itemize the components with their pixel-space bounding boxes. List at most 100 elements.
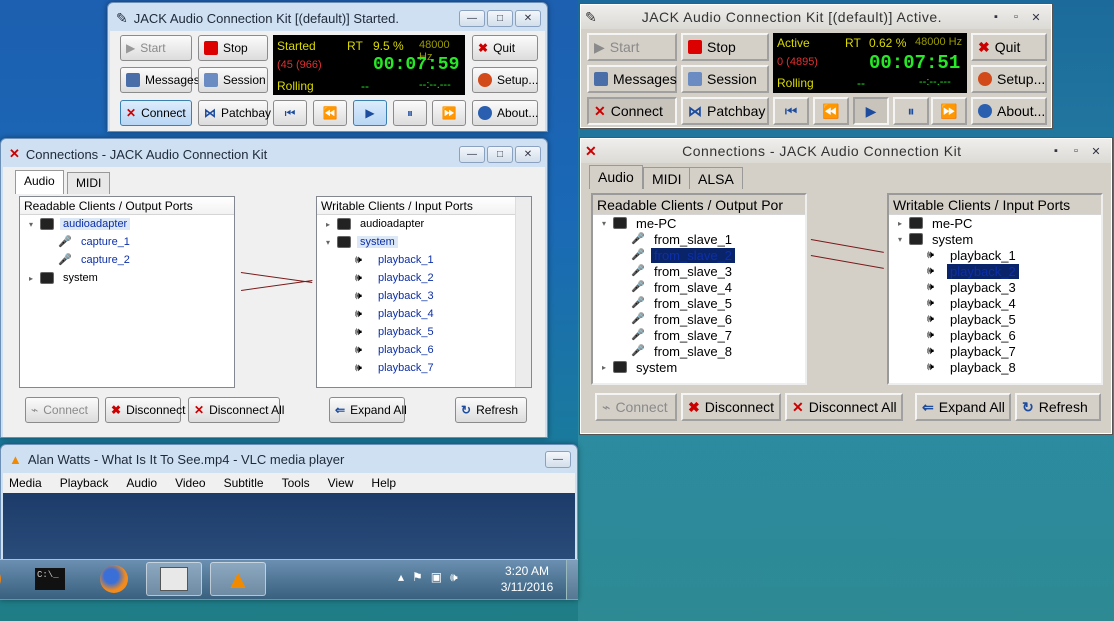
collapsed-arrow-icon[interactable]: ▸ — [895, 219, 905, 228]
start-orb[interactable] — [0, 562, 6, 596]
collapsed-arrow-icon[interactable]: ▸ — [323, 220, 333, 229]
minimize-icon[interactable]: ▪ — [1047, 143, 1065, 159]
messages-button[interactable]: Messages — [587, 65, 677, 93]
tree-client-row[interactable]: ▾ me-PC — [593, 215, 805, 231]
stop-button[interactable]: Stop — [198, 35, 268, 61]
tree-port-row[interactable]: 🕪 playback_1 — [317, 251, 531, 269]
tree-port-row[interactable]: 🕪 playback_4 — [889, 295, 1101, 311]
tree-port-row[interactable]: 🕪 playback_5 — [889, 311, 1101, 327]
disconnect-all-button[interactable]: ✕ Disconnect All — [785, 393, 903, 421]
expanded-arrow-icon[interactable]: ▾ — [26, 220, 36, 229]
video-area[interactable] — [3, 493, 575, 563]
expand-all-button[interactable]: ⇐ Expand All — [915, 393, 1011, 421]
menu-item-tools[interactable]: Tools — [282, 476, 310, 490]
setup-button[interactable]: Setup... — [971, 65, 1047, 93]
close-icon[interactable]: ✕ — [1027, 9, 1045, 25]
connect-button[interactable]: ⌁ Connect — [595, 393, 677, 421]
tree-port-row[interactable]: 🕪 playback_7 — [317, 359, 531, 377]
stop-button[interactable]: Stop — [681, 33, 769, 61]
clock[interactable]: 3:20 AM 3/11/2016 — [492, 563, 562, 595]
quit-button[interactable]: ✖ Quit — [472, 35, 538, 61]
tree-port-row[interactable]: 🎤 from_slave_7 — [593, 327, 805, 343]
patchbay-button[interactable]: ⋈ Patchbay — [198, 100, 271, 126]
readable-header[interactable]: Readable Clients / Output Ports — [20, 197, 234, 215]
menu-item-subtitle[interactable]: Subtitle — [224, 476, 264, 490]
expand-all-button[interactable]: ⇐ Expand All — [329, 397, 407, 423]
taskbar-vlc[interactable]: ▲ — [210, 562, 266, 596]
tab-audio[interactable]: Audio — [589, 165, 643, 189]
show-desktop-button[interactable] — [566, 560, 578, 600]
tree-port-row[interactable]: 🕪 playback_3 — [889, 279, 1101, 295]
rewind-start-button[interactable]: ⏮ — [273, 100, 307, 126]
close-icon[interactable]: ✕ — [515, 9, 541, 27]
rewind-button[interactable]: ⏪ — [813, 97, 849, 125]
readable-clients-panel[interactable]: Readable Clients / Output Ports ▾ audioad… — [19, 196, 235, 388]
rewind-button[interactable]: ⏪ — [313, 100, 347, 126]
refresh-button[interactable]: ↻ Refresh — [455, 397, 527, 423]
tree-port-row[interactable]: 🎤 from_slave_3 — [593, 263, 805, 279]
minimize-icon[interactable]: — — [545, 450, 571, 468]
rewind-start-button[interactable]: ⏮ — [773, 97, 809, 125]
tab-alsa[interactable]: ALSA — [689, 167, 743, 189]
tree-client-row[interactable]: ▸ system — [593, 359, 805, 375]
maximize-icon[interactable]: □ — [487, 9, 513, 27]
title-bar[interactable]: ▲ Alan Watts - What Is It To See.mp4 - V… — [1, 445, 577, 473]
tree-port-row[interactable]: 🕪 playback_8 — [889, 359, 1101, 375]
connect-button[interactable]: ✕ Connect — [587, 97, 677, 125]
connect-button[interactable]: ⌁ Connect — [25, 397, 99, 423]
tree-port-row[interactable]: 🎤 from_slave_8 — [593, 343, 805, 359]
menu-item-audio[interactable]: Audio — [126, 476, 157, 490]
network-icon[interactable]: ▣ — [431, 570, 442, 585]
about-button[interactable]: About... — [472, 100, 538, 126]
play-button[interactable]: ▶ — [353, 100, 387, 126]
expanded-arrow-icon[interactable]: ▾ — [599, 219, 609, 228]
title-bar[interactable]: ✕ Connections - JACK Audio Connection Ki… — [1, 139, 547, 169]
tree-port-row[interactable]: 🕪 playback_2 — [889, 263, 1101, 279]
pause-button[interactable]: ⏸ — [893, 97, 929, 125]
menu-item-video[interactable]: Video — [175, 476, 205, 490]
collapsed-arrow-icon[interactable]: ▸ — [26, 274, 36, 283]
tab-midi[interactable]: MIDI — [67, 172, 111, 194]
taskbar-console[interactable]: C:\_ — [22, 562, 78, 596]
tree-port-row[interactable]: 🕪 playback_6 — [889, 327, 1101, 343]
maximize-icon[interactable]: ▫ — [1007, 9, 1025, 25]
menu-item-help[interactable]: Help — [371, 476, 396, 490]
disconnect-button[interactable]: ✖ Disconnect — [681, 393, 781, 421]
quit-button[interactable]: ✖ Quit — [971, 33, 1047, 61]
tree-port-row[interactable]: 🎤 from_slave_4 — [593, 279, 805, 295]
taskbar-jack[interactable] — [146, 562, 202, 596]
forward-button[interactable]: ⏩ — [931, 97, 967, 125]
tree-port-row[interactable]: 🎤 capture_2 — [20, 251, 234, 269]
maximize-icon[interactable]: □ — [487, 145, 513, 163]
tree-port-row[interactable]: 🎤 from_slave_1 — [593, 231, 805, 247]
title-bar[interactable]: ✕ Connections - JACK Audio Connection Ki… — [581, 139, 1111, 163]
flag-icon[interactable]: ⚑ — [412, 570, 423, 585]
readable-header[interactable]: Readable Clients / Output Por — [593, 195, 805, 215]
tree-client-row[interactable]: ▸ system — [20, 269, 234, 287]
tray-expand-icon[interactable]: ▴ — [398, 570, 404, 585]
title-bar[interactable]: ✎ JACK Audio Connection Kit [(default)] … — [581, 5, 1051, 29]
tree-client-row[interactable]: ▸ me-PC — [889, 215, 1101, 231]
menu-item-media[interactable]: Media — [9, 476, 42, 490]
collapsed-arrow-icon[interactable]: ▸ — [599, 363, 609, 372]
tree-port-row[interactable]: 🕪 playback_5 — [317, 323, 531, 341]
tree-client-row[interactable]: ▾ system — [317, 233, 531, 251]
tree-client-row[interactable]: ▾ system — [889, 231, 1101, 247]
minimize-icon[interactable]: — — [459, 9, 485, 27]
start-button[interactable]: ▶ Start — [587, 33, 677, 61]
minimize-icon[interactable]: — — [459, 145, 485, 163]
tree-port-row[interactable]: 🎤 from_slave_5 — [593, 295, 805, 311]
writable-header[interactable]: Writable Clients / Input Ports — [317, 197, 531, 215]
menu-item-playback[interactable]: Playback — [60, 476, 109, 490]
readable-clients-panel[interactable]: Readable Clients / Output Por ▾ me-PC 🎤 fro… — [591, 193, 807, 385]
session-button[interactable]: Session — [198, 67, 268, 93]
session-button[interactable]: Session — [681, 65, 769, 93]
tree-client-row[interactable]: ▸ audioadapter — [317, 215, 531, 233]
tree-port-row[interactable]: 🕪 playback_6 — [317, 341, 531, 359]
patchbay-button[interactable]: ⋈ Patchbay — [681, 97, 769, 125]
writable-header[interactable]: Writable Clients / Input Ports — [889, 195, 1101, 215]
pause-button[interactable]: ⏸ — [393, 100, 427, 126]
expanded-arrow-icon[interactable]: ▾ — [323, 238, 333, 247]
tree-client-row[interactable]: ▾ audioadapter — [20, 215, 234, 233]
tree-port-row[interactable]: 🎤 from_slave_2 — [593, 247, 805, 263]
